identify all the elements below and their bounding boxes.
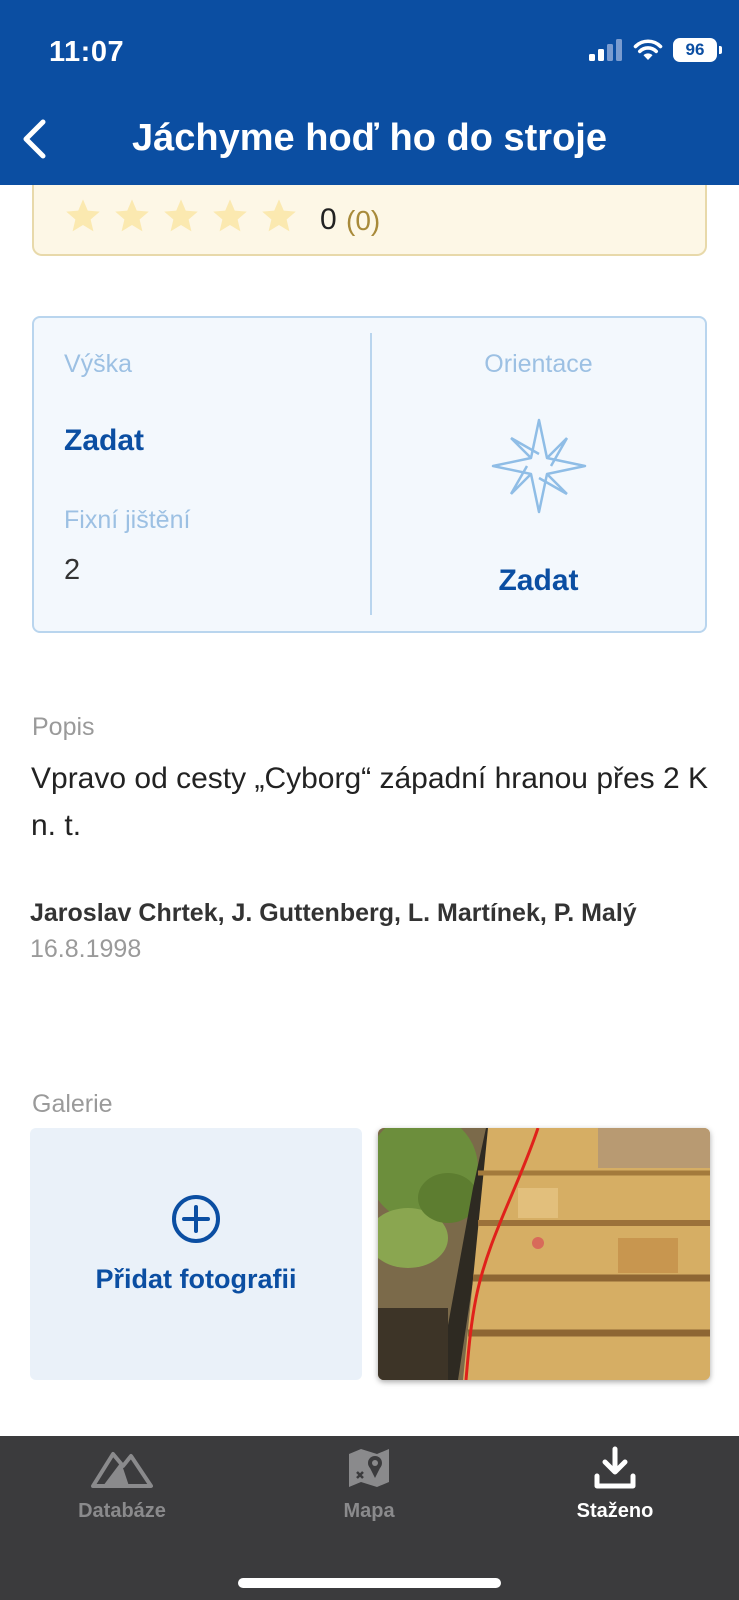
first-ascent: Jaroslav Chrtek, J. Guttenberg, L. Martí… — [30, 895, 650, 967]
add-photo-button[interactable]: Přidat fotografii — [30, 1128, 362, 1380]
star-icon[interactable] — [211, 197, 249, 235]
orientation-label: Orientace — [484, 350, 593, 378]
description-text: Vpravo od cesty „Cyborg“ západní hranou … — [31, 762, 709, 842]
first-ascent-date: 16.8.1998 — [30, 935, 142, 963]
tab-downloaded[interactable]: Staženo — [515, 1446, 715, 1556]
page-title: Jáchyme hoď ho do stroje — [132, 117, 607, 159]
height-label: Výška — [64, 350, 133, 378]
star-icon[interactable] — [162, 197, 200, 235]
add-photo-label: Přidat fotografii — [95, 1264, 297, 1294]
chevron-left-icon — [23, 119, 46, 159]
route-info-card: Výška Zadat Fixní jištění 2 Orientace Za… — [32, 316, 707, 633]
tab-database[interactable]: Databáze — [22, 1446, 222, 1556]
back-button[interactable] — [8, 113, 60, 165]
map-icon — [349, 1449, 389, 1487]
fixed-protection-label: Fixní jištění — [64, 506, 191, 534]
rating-count: (0) — [346, 205, 381, 236]
route-detail-content[interactable]: 0 (0) Výška Zadat Fixní jištění 2 Orient… — [0, 185, 739, 1436]
download-icon — [594, 1446, 636, 1489]
first-ascent-authors: Jaroslav Chrtek, J. Guttenberg, L. Martí… — [30, 899, 637, 927]
status-bar: 11:07 96 — [0, 0, 739, 95]
home-indicator — [238, 1578, 501, 1588]
tab-database-label: Databáze — [78, 1500, 166, 1522]
mountain-icon — [91, 1452, 153, 1488]
tab-map[interactable]: Mapa — [269, 1446, 469, 1556]
plus-circle-icon — [172, 1195, 220, 1243]
navigation-bar: Jáchyme hoď ho do stroje — [0, 95, 739, 185]
star-icon[interactable] — [64, 197, 102, 235]
tab-downloaded-label: Staženo — [576, 1500, 654, 1522]
signal-icon — [589, 39, 622, 61]
gallery-label: Galerie — [32, 1090, 113, 1118]
orientation-enter-button[interactable]: Zadat — [372, 564, 705, 598]
rating-value: 0 — [320, 203, 337, 236]
rating-stars[interactable] — [64, 197, 298, 235]
height-enter-button[interactable]: Zadat — [64, 424, 144, 458]
battery-indicator: 96 — [673, 38, 722, 62]
fixed-protection-value: 2 — [64, 554, 81, 586]
wifi-icon — [633, 39, 663, 60]
star-icon[interactable] — [113, 197, 151, 235]
rating-card[interactable]: 0 (0) — [32, 185, 707, 256]
gallery-photo[interactable] — [378, 1128, 710, 1380]
description-label: Popis — [32, 713, 95, 741]
tab-bar: Databáze Mapa Staženo — [0, 1436, 739, 1600]
status-icons: 96 — [589, 38, 722, 62]
rock-photo-image — [378, 1128, 710, 1380]
star-icon[interactable] — [260, 197, 298, 235]
compass-rose-icon — [491, 418, 587, 514]
status-time: 11:07 — [49, 36, 125, 68]
tab-map-label: Mapa — [343, 1500, 395, 1522]
